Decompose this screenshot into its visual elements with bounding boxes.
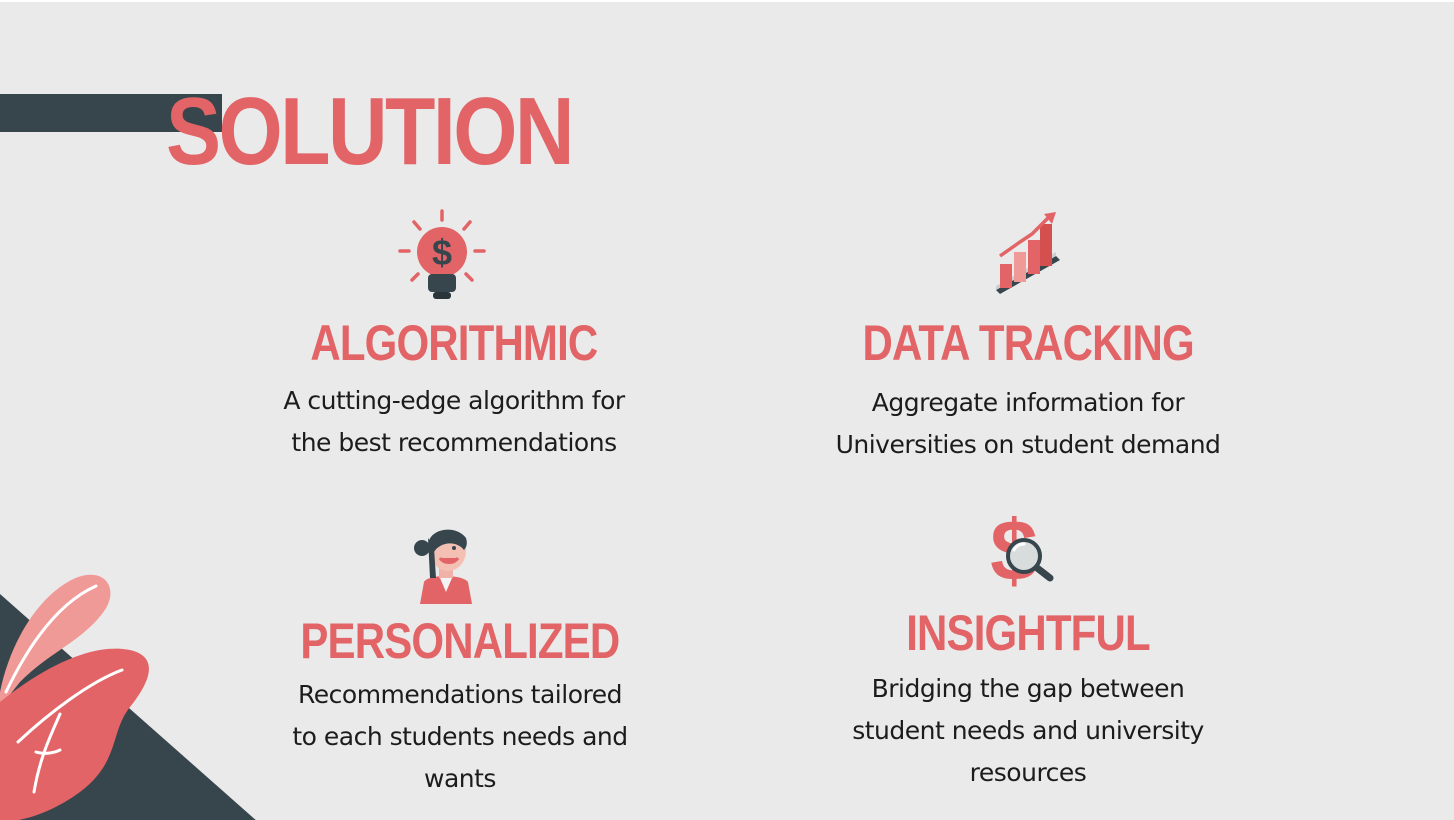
feature-heading: DATA TRACKING [862, 315, 1194, 371]
lightbulb-dollar-icon: $ [398, 209, 486, 299]
dollar-magnifier-icon: $ [990, 506, 1054, 590]
slide: SOLUTION $ ALGORITHMIC A cutting-edge al… [0, 0, 1454, 820]
feature-heading: PERSONALIZED [300, 613, 621, 669]
feature-description: Aggregate information for Universities o… [835, 388, 1221, 459]
feature-card-insightful: INSIGHTFUL Bridging the gap between stud… [828, 608, 1228, 794]
feature-card-personalized: PERSONALIZED Recommendations tailored to… [260, 616, 660, 800]
feature-card-data-tracking: DATA TRACKING Aggregate information for … [818, 318, 1238, 466]
slide-title: SOLUTION [166, 78, 574, 185]
svg-text:$: $ [432, 232, 452, 273]
feature-heading: ALGORITHMIC [310, 315, 598, 371]
feature-heading: INSIGHTFUL [906, 605, 1150, 661]
feature-description: A cutting-edge algorithm for the best re… [283, 386, 625, 457]
bar-chart-growth-icon [996, 212, 1060, 294]
feature-card-algorithmic: ALGORITHMIC A cutting-edge algorithm for… [254, 318, 654, 464]
student-avatar-icon [414, 529, 472, 604]
feature-description: Recommendations tailored to each student… [292, 680, 628, 793]
feature-description: Bridging the gap between student needs a… [852, 674, 1204, 787]
